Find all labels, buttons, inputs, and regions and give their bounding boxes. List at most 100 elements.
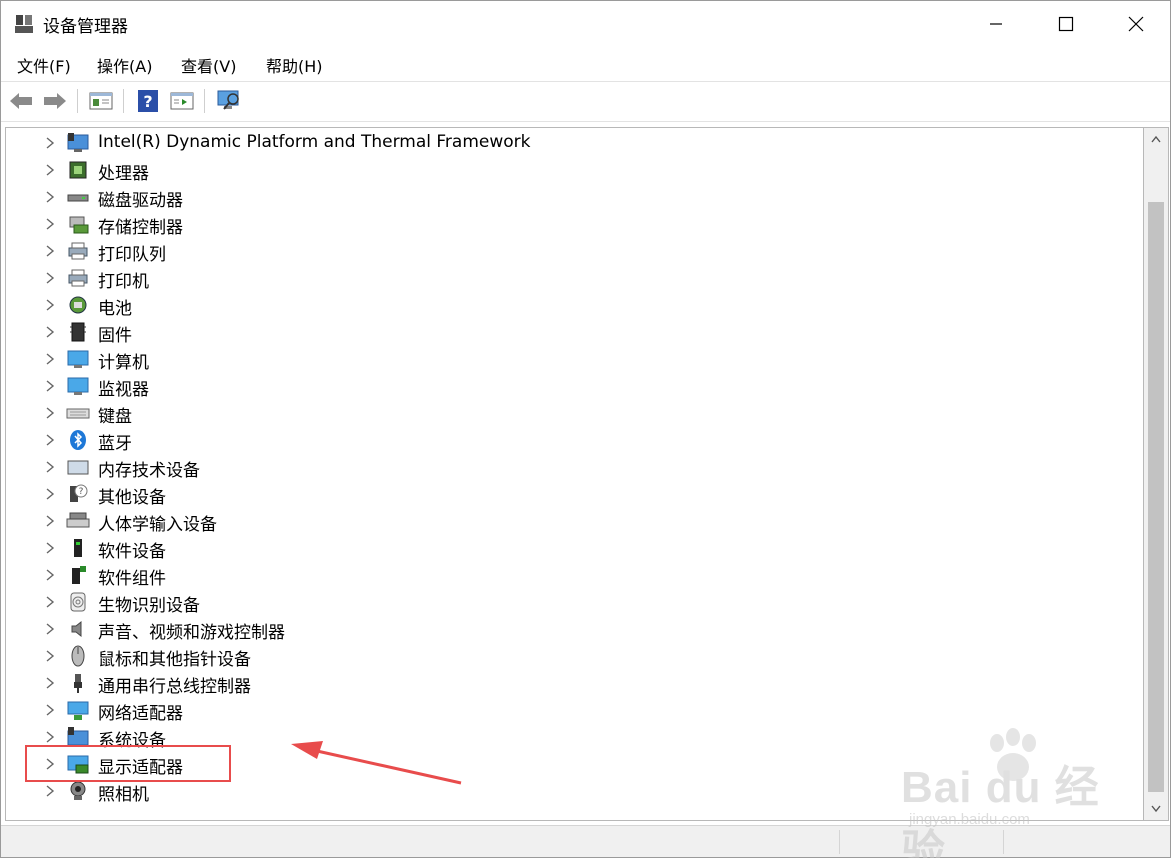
tree-node[interactable]: 电池 <box>6 292 1143 319</box>
tree-node[interactable]: 打印队列 <box>6 238 1143 265</box>
biometric-icon <box>70 592 86 612</box>
tree-node[interactable]: ? 其他设备 <box>6 481 1143 508</box>
chevron-right-icon[interactable] <box>44 460 56 474</box>
close-button[interactable] <box>1101 1 1171 47</box>
chevron-right-icon[interactable] <box>44 271 56 285</box>
menu-view[interactable]: 查看(V) <box>181 53 236 77</box>
memory-device-icon <box>67 460 89 475</box>
scroll-up-button[interactable] <box>1144 128 1168 150</box>
storage-controller-icon <box>69 216 89 234</box>
window-title: 设备管理器 <box>43 17 128 37</box>
menu-divider <box>1 81 1170 82</box>
chevron-right-icon[interactable] <box>44 487 56 501</box>
tree-node[interactable]: 处理器 <box>6 157 1143 184</box>
tree-node[interactable]: 内存技术设备 <box>6 454 1143 481</box>
chevron-right-icon[interactable] <box>44 568 56 582</box>
tree-node-label: 网络适配器 <box>98 704 183 724</box>
maximize-icon <box>1058 16 1074 32</box>
monitor-icon <box>67 377 89 395</box>
tree-node-label: 其他设备 <box>98 488 166 508</box>
chevron-right-icon[interactable] <box>44 514 56 528</box>
tree-node-label: 处理器 <box>98 164 149 184</box>
tree-node-label: 固件 <box>98 326 132 346</box>
camera-icon <box>70 781 86 800</box>
vertical-scrollbar[interactable] <box>1143 127 1169 821</box>
console-tree-icon <box>89 92 113 110</box>
properties-button[interactable] <box>168 87 196 115</box>
chevron-right-icon[interactable] <box>44 352 56 366</box>
audio-icon <box>71 620 82 638</box>
help-button[interactable]: ? <box>134 87 162 115</box>
minimize-button[interactable] <box>961 1 1031 47</box>
tree-node[interactable]: 固件 <box>6 319 1143 346</box>
bluetooth-icon <box>70 430 86 450</box>
highlight-box <box>25 745 231 782</box>
tree-node[interactable]: Intel(R) Dynamic Platform and Thermal Fr… <box>6 130 1143 157</box>
tree-node-label: 通用串行总线控制器 <box>98 677 251 697</box>
chevron-right-icon[interactable] <box>44 379 56 393</box>
tree-node[interactable]: 生物识别设备 <box>6 589 1143 616</box>
toolbar-separator <box>123 89 124 113</box>
tree-node[interactable]: 鼠标和其他指针设备 <box>6 643 1143 670</box>
tree-node[interactable]: 通用串行总线控制器 <box>6 670 1143 697</box>
tree-node[interactable]: 键盘 <box>6 400 1143 427</box>
show-hide-tree-button[interactable] <box>87 87 115 115</box>
watermark-brand: Bai du 经验 <box>901 763 1100 858</box>
chevron-right-icon[interactable] <box>44 190 56 204</box>
toolbar-separator <box>77 89 78 113</box>
maximize-button[interactable] <box>1031 1 1101 47</box>
tree-node[interactable]: 计算机 <box>6 346 1143 373</box>
thermal-framework-icon <box>67 133 89 152</box>
forward-button[interactable] <box>41 87 69 115</box>
other-device-icon: ? <box>70 484 88 502</box>
tree-node[interactable]: 蓝牙 <box>6 427 1143 454</box>
menu-action[interactable]: 操作(A) <box>97 53 152 77</box>
tree-node[interactable]: 存储控制器 <box>6 211 1143 238</box>
baidu-watermark: Bai du 经验 jingyan.baidu.com <box>881 727 1121 858</box>
chevron-right-icon[interactable] <box>44 298 56 312</box>
chevron-right-icon[interactable] <box>44 784 56 798</box>
chevron-right-icon[interactable] <box>44 703 56 717</box>
device-tree[interactable]: Intel(R) Dynamic Platform and Thermal Fr… <box>5 127 1143 821</box>
chevron-right-icon[interactable] <box>44 730 56 744</box>
tree-node[interactable]: 软件组件 <box>6 562 1143 589</box>
tree-node-label: 软件组件 <box>98 569 166 589</box>
tree-node-label: 蓝牙 <box>98 434 132 454</box>
tree-node-label: 打印队列 <box>98 245 166 265</box>
tree-node[interactable]: 网络适配器 <box>6 697 1143 724</box>
menu-help[interactable]: 帮助(H) <box>266 53 323 77</box>
toolbar-separator <box>204 89 205 113</box>
scroll-down-button[interactable] <box>1144 798 1168 820</box>
chevron-right-icon[interactable] <box>44 163 56 177</box>
tree-node[interactable]: 声音、视频和游戏控制器 <box>6 616 1143 643</box>
watermark-url: jingyan.baidu.com <box>909 811 1030 828</box>
chevron-right-icon[interactable] <box>44 649 56 663</box>
tree-node-label: 鼠标和其他指针设备 <box>98 650 251 670</box>
tree-node-label: 计算机 <box>98 353 149 373</box>
tree-node[interactable]: 监视器 <box>6 373 1143 400</box>
chevron-right-icon[interactable] <box>44 595 56 609</box>
tree-node[interactable]: 磁盘驱动器 <box>6 184 1143 211</box>
hid-icon <box>66 512 90 528</box>
software-component-icon <box>72 566 86 584</box>
chevron-right-icon[interactable] <box>44 406 56 420</box>
chevron-right-icon[interactable] <box>44 541 56 555</box>
tree-node[interactable]: 软件设备 <box>6 535 1143 562</box>
chevron-right-icon[interactable] <box>44 622 56 636</box>
menu-file[interactable]: 文件(F) <box>17 53 71 77</box>
tree-node[interactable]: 人体学输入设备 <box>6 508 1143 535</box>
tree-node-label: 声音、视频和游戏控制器 <box>98 623 285 643</box>
back-button[interactable] <box>7 87 35 115</box>
chevron-right-icon[interactable] <box>44 433 56 447</box>
toolbar-divider <box>1 121 1170 122</box>
scroll-thumb[interactable] <box>1148 202 1164 792</box>
chevron-right-icon[interactable] <box>44 217 56 231</box>
chevron-right-icon[interactable] <box>44 676 56 690</box>
tree-node-label: 键盘 <box>98 407 132 427</box>
scan-hardware-button[interactable] <box>215 87 243 115</box>
chevron-right-icon[interactable] <box>44 244 56 258</box>
chevron-right-icon[interactable] <box>44 136 56 150</box>
processor-icon <box>69 161 87 179</box>
tree-node[interactable]: 打印机 <box>6 265 1143 292</box>
chevron-right-icon[interactable] <box>44 325 56 339</box>
